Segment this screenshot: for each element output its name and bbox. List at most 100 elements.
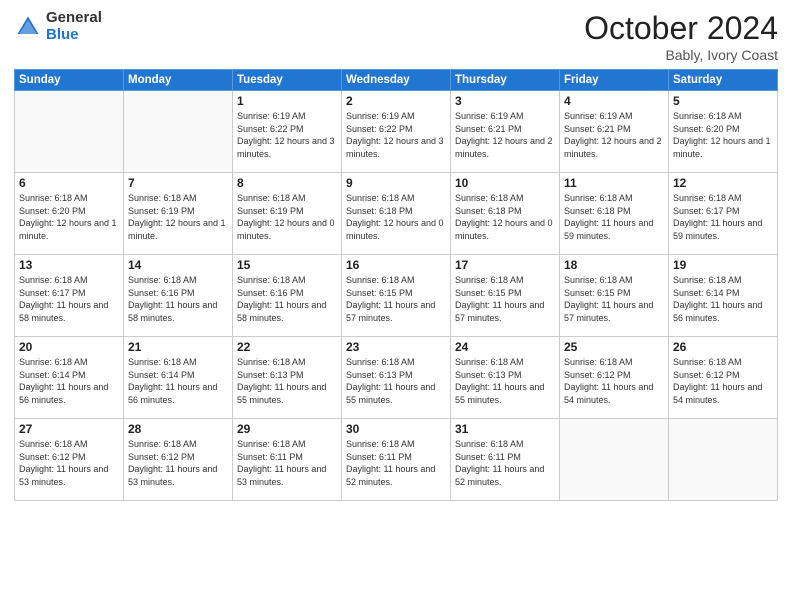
day-info: Sunrise: 6:18 AM Sunset: 6:12 PM Dayligh… — [19, 438, 119, 488]
day-info: Sunrise: 6:18 AM Sunset: 6:14 PM Dayligh… — [128, 356, 228, 406]
calendar-week-row: 6 Sunrise: 6:18 AM Sunset: 6:20 PM Daylig… — [15, 173, 778, 255]
day-info: Sunrise: 6:18 AM Sunset: 6:19 PM Dayligh… — [128, 192, 228, 242]
calendar-cell: 9 Sunrise: 6:18 AM Sunset: 6:18 PM Daylig… — [342, 173, 451, 255]
calendar-cell: 15Sunrise: 6:18 AM Sunset: 6:16 PM Dayli… — [233, 255, 342, 337]
calendar-cell: 3 Sunrise: 6:19 AM Sunset: 6:21 PM Daylig… — [451, 91, 560, 173]
calendar-week-row: 27 Sunrise: 6:18 AM Sunset: 6:12 PM Dayli… — [15, 419, 778, 501]
day-info: Sunrise: 6:19 AM Sunset: 6:21 PM Dayligh… — [455, 110, 555, 160]
logo-blue: Blue — [46, 27, 102, 44]
calendar-cell: 20 Sunrise: 6:18 AM Sunset: 6:14 PM Dayli… — [15, 337, 124, 419]
calendar-cell — [15, 91, 124, 173]
calendar-cell: 24Sunrise: 6:18 AM Sunset: 6:13 PM Dayli… — [451, 337, 560, 419]
calendar-cell: 12 Sunrise: 6:18 AM Sunset: 6:17 PM Dayli… — [669, 173, 778, 255]
day-number: 2 — [346, 94, 446, 108]
calendar-cell: 21Sunrise: 6:18 AM Sunset: 6:14 PM Dayli… — [124, 337, 233, 419]
logo-general: General — [46, 10, 102, 27]
calendar-cell: 17 Sunrise: 6:18 AM Sunset: 6:15 PM Dayli… — [451, 255, 560, 337]
day-number: 3 — [455, 94, 555, 108]
calendar-day-header: Thursday — [451, 70, 560, 91]
day-number: 31 — [455, 422, 555, 436]
day-info: Sunrise: 6:18 AM Sunset: 6:14 PM Dayligh… — [673, 274, 773, 324]
day-number: 12 — [673, 176, 773, 190]
logo-text: General Blue — [46, 10, 102, 43]
calendar-cell: 16Sunrise: 6:18 AM Sunset: 6:15 PM Dayli… — [342, 255, 451, 337]
day-info: Sunrise: 6:18 AM Sunset: 6:17 PM Dayligh… — [19, 274, 119, 324]
calendar-cell: 29Sunrise: 6:18 AM Sunset: 6:11 PM Dayli… — [233, 419, 342, 501]
day-info: Sunrise: 6:19 AM Sunset: 6:21 PM Dayligh… — [564, 110, 664, 160]
calendar-week-row: 1 Sunrise: 6:19 AM Sunset: 6:22 PM Daylig… — [15, 91, 778, 173]
day-number: 25 — [564, 340, 664, 354]
day-number: 18 — [564, 258, 664, 272]
day-info: Sunrise: 6:18 AM Sunset: 6:18 PM Dayligh… — [564, 192, 664, 242]
day-info: Sunrise: 6:18 AM Sunset: 6:12 PM Dayligh… — [564, 356, 664, 406]
calendar-table: SundayMondayTuesdayWednesdayThursdayFrid… — [14, 69, 778, 501]
calendar-day-header: Sunday — [15, 70, 124, 91]
day-info: Sunrise: 6:18 AM Sunset: 6:15 PM Dayligh… — [346, 274, 446, 324]
day-number: 26 — [673, 340, 773, 354]
calendar-day-header: Saturday — [669, 70, 778, 91]
day-info: Sunrise: 6:18 AM Sunset: 6:19 PM Dayligh… — [237, 192, 337, 242]
day-info: Sunrise: 6:18 AM Sunset: 6:18 PM Dayligh… — [346, 192, 446, 242]
day-number: 8 — [237, 176, 337, 190]
calendar-cell: 14Sunrise: 6:18 AM Sunset: 6:16 PM Dayli… — [124, 255, 233, 337]
day-info: Sunrise: 6:18 AM Sunset: 6:12 PM Dayligh… — [673, 356, 773, 406]
calendar-day-header: Tuesday — [233, 70, 342, 91]
day-number: 15 — [237, 258, 337, 272]
calendar-cell: 28 Sunrise: 6:18 AM Sunset: 6:12 PM Dayli… — [124, 419, 233, 501]
calendar-day-header: Wednesday — [342, 70, 451, 91]
day-info: Sunrise: 6:19 AM Sunset: 6:22 PM Dayligh… — [237, 110, 337, 160]
logo: General Blue — [14, 10, 102, 43]
day-number: 24 — [455, 340, 555, 354]
day-number: 10 — [455, 176, 555, 190]
calendar-week-row: 20 Sunrise: 6:18 AM Sunset: 6:14 PM Dayli… — [15, 337, 778, 419]
calendar-day-header: Friday — [560, 70, 669, 91]
calendar-header-row: SundayMondayTuesdayWednesdayThursdayFrid… — [15, 70, 778, 91]
calendar-cell: 30 Sunrise: 6:18 AM Sunset: 6:11 PM Dayli… — [342, 419, 451, 501]
day-info: Sunrise: 6:19 AM Sunset: 6:22 PM Dayligh… — [346, 110, 446, 160]
calendar-cell: 11 Sunrise: 6:18 AM Sunset: 6:18 PM Dayli… — [560, 173, 669, 255]
day-info: Sunrise: 6:18 AM Sunset: 6:17 PM Dayligh… — [673, 192, 773, 242]
calendar-cell: 31 Sunrise: 6:18 AM Sunset: 6:11 PM Dayli… — [451, 419, 560, 501]
calendar-cell: 26 Sunrise: 6:18 AM Sunset: 6:12 PM Dayli… — [669, 337, 778, 419]
calendar-cell: 22Sunrise: 6:18 AM Sunset: 6:13 PM Dayli… — [233, 337, 342, 419]
calendar-cell: 27 Sunrise: 6:18 AM Sunset: 6:12 PM Dayli… — [15, 419, 124, 501]
day-info: Sunrise: 6:18 AM Sunset: 6:11 PM Dayligh… — [455, 438, 555, 488]
day-info: Sunrise: 6:18 AM Sunset: 6:20 PM Dayligh… — [19, 192, 119, 242]
header: General Blue October 2024 Bably, Ivory C… — [14, 10, 778, 63]
logo-icon — [14, 13, 42, 41]
location: Bably, Ivory Coast — [584, 47, 778, 63]
day-number: 9 — [346, 176, 446, 190]
calendar-week-row: 13 Sunrise: 6:18 AM Sunset: 6:17 PM Dayli… — [15, 255, 778, 337]
calendar-cell — [669, 419, 778, 501]
day-info: Sunrise: 6:18 AM Sunset: 6:15 PM Dayligh… — [455, 274, 555, 324]
day-number: 6 — [19, 176, 119, 190]
calendar-cell: 2 Sunrise: 6:19 AM Sunset: 6:22 PM Daylig… — [342, 91, 451, 173]
day-number: 20 — [19, 340, 119, 354]
page: General Blue October 2024 Bably, Ivory C… — [0, 0, 792, 612]
day-number: 7 — [128, 176, 228, 190]
day-info: Sunrise: 6:18 AM Sunset: 6:14 PM Dayligh… — [19, 356, 119, 406]
day-info: Sunrise: 6:18 AM Sunset: 6:16 PM Dayligh… — [128, 274, 228, 324]
day-info: Sunrise: 6:18 AM Sunset: 6:15 PM Dayligh… — [564, 274, 664, 324]
calendar-cell: 8 Sunrise: 6:18 AM Sunset: 6:19 PM Daylig… — [233, 173, 342, 255]
day-info: Sunrise: 6:18 AM Sunset: 6:13 PM Dayligh… — [346, 356, 446, 406]
day-number: 5 — [673, 94, 773, 108]
day-number: 30 — [346, 422, 446, 436]
day-number: 29 — [237, 422, 337, 436]
day-info: Sunrise: 6:18 AM Sunset: 6:12 PM Dayligh… — [128, 438, 228, 488]
calendar-cell: 10Sunrise: 6:18 AM Sunset: 6:18 PM Dayli… — [451, 173, 560, 255]
day-number: 17 — [455, 258, 555, 272]
day-number: 11 — [564, 176, 664, 190]
calendar-cell: 13 Sunrise: 6:18 AM Sunset: 6:17 PM Dayli… — [15, 255, 124, 337]
day-info: Sunrise: 6:18 AM Sunset: 6:20 PM Dayligh… — [673, 110, 773, 160]
day-number: 13 — [19, 258, 119, 272]
calendar-day-header: Monday — [124, 70, 233, 91]
day-number: 27 — [19, 422, 119, 436]
day-number: 22 — [237, 340, 337, 354]
day-number: 28 — [128, 422, 228, 436]
calendar-cell — [124, 91, 233, 173]
day-number: 1 — [237, 94, 337, 108]
title-section: October 2024 Bably, Ivory Coast — [584, 10, 778, 63]
calendar-cell: 18 Sunrise: 6:18 AM Sunset: 6:15 PM Dayli… — [560, 255, 669, 337]
day-info: Sunrise: 6:18 AM Sunset: 6:11 PM Dayligh… — [346, 438, 446, 488]
